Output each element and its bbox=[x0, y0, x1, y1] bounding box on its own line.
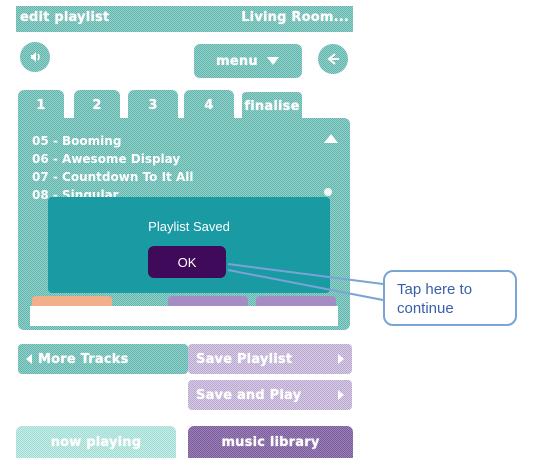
callout-tooltip: Tap here to continue bbox=[383, 270, 517, 326]
callout-connector bbox=[227, 263, 384, 301]
callout-text: Tap here to continue bbox=[397, 281, 473, 317]
